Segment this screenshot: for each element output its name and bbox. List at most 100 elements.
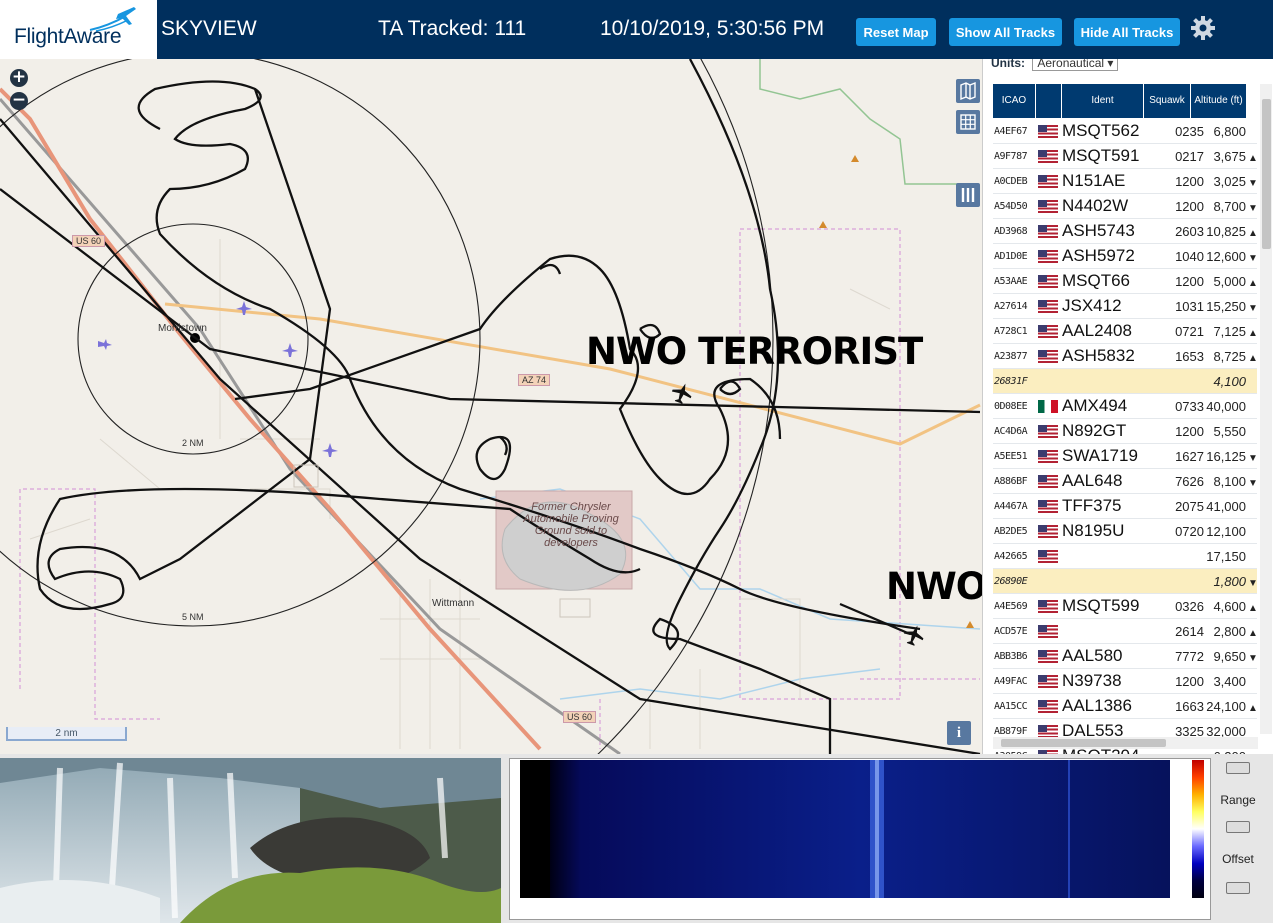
table-row[interactable]: A4E569 MSQT599 0326 4,600 ▲ bbox=[993, 594, 1258, 619]
altitude-value: 12,100 bbox=[1206, 523, 1246, 539]
icao-cell: AD1D0E bbox=[994, 250, 1028, 262]
altitude-value: 41,000 bbox=[1206, 498, 1246, 514]
us-flag-icon bbox=[1038, 449, 1058, 463]
aircraft-table-body: A4EF67 MSQT562 0235 6,800 A9F787 MSQT591 0217 3… bbox=[993, 119, 1258, 754]
altitude-trend-icon: ▼ bbox=[1248, 202, 1258, 214]
flag-cell bbox=[1036, 649, 1062, 663]
flag-cell bbox=[1036, 599, 1062, 613]
table-row[interactable]: AD1D0E ASH5972 1040 12,600 ▼ bbox=[993, 244, 1258, 269]
info-button[interactable]: i bbox=[947, 721, 971, 745]
flag-cell bbox=[1036, 324, 1062, 338]
altitude-trend-icon: ▲ bbox=[1248, 152, 1258, 164]
hide-all-tracks-button[interactable]: Hide All Tracks bbox=[1074, 18, 1180, 46]
squawk-cell: 0217 bbox=[1175, 148, 1204, 164]
us-flag-icon bbox=[1038, 299, 1058, 313]
reset-map-button[interactable]: Reset Map bbox=[856, 18, 936, 46]
flag-cell bbox=[1036, 149, 1062, 163]
icao-cell: A9F787 bbox=[994, 150, 1028, 162]
units-select[interactable]: Aeronautical ▾ bbox=[1032, 59, 1119, 71]
icao-cell: A4467A bbox=[994, 500, 1028, 512]
zoom-in-button[interactable]: + bbox=[10, 69, 28, 87]
annotation-nwo: NWO bbox=[886, 565, 982, 608]
altitude-cell: 5,000 ▲ bbox=[1206, 274, 1257, 289]
altitude-value: 1,800 bbox=[1213, 573, 1246, 589]
table-row[interactable]: A728C1 AAL2408 0721 7,125 ▲ bbox=[993, 319, 1258, 344]
us-flag-icon bbox=[1038, 199, 1058, 213]
column-header-icao[interactable]: ICAO bbox=[993, 84, 1036, 118]
map-layers-icon[interactable] bbox=[956, 79, 980, 103]
table-row[interactable]: A54D50 N4402W 1200 8,700 ▼ bbox=[993, 194, 1258, 219]
table-row[interactable]: A9F787 MSQT591 0217 3,675 ▲ bbox=[993, 144, 1258, 169]
table-row[interactable]: A42665 17,150 bbox=[993, 544, 1257, 569]
table-row[interactable]: A23877 ASH5832 1653 8,725 ▲ bbox=[993, 344, 1258, 369]
table-row[interactable]: A4EF67 MSQT562 0235 6,800 bbox=[993, 119, 1257, 144]
us-flag-icon bbox=[1038, 424, 1058, 438]
offset-slider[interactable] bbox=[1226, 882, 1250, 894]
ident-cell: N4402W bbox=[1062, 196, 1129, 215]
icao-cell: A0CDEB bbox=[994, 175, 1028, 187]
table-row[interactable]: ABB3B6 AAL580 7772 9,650 ▼ bbox=[993, 644, 1258, 669]
altitude-cell: 8,700 ▼ bbox=[1206, 199, 1257, 214]
map-canvas[interactable] bbox=[0, 59, 982, 754]
table-row[interactable]: A27614 JSX412 1031 15,250 ▼ bbox=[993, 294, 1258, 319]
table-row[interactable]: AA15CC AAL1386 1663 24,100 ▲ bbox=[993, 694, 1258, 719]
table-row[interactable]: ACD57E 2614 2,800 ▲ bbox=[993, 619, 1258, 644]
range-slider[interactable] bbox=[1226, 821, 1250, 833]
altitude-trend-icon: ▲ bbox=[1248, 352, 1258, 364]
icao-cell: A53AAE bbox=[994, 275, 1028, 287]
flightaware-logo[interactable]: FlightAware bbox=[0, 0, 157, 59]
table-row[interactable]: 26831F 4,100 bbox=[993, 369, 1257, 394]
columns-icon[interactable] bbox=[956, 183, 980, 207]
zoom-out-button[interactable]: − bbox=[10, 92, 28, 110]
grid-icon[interactable] bbox=[956, 110, 980, 134]
highway-shield: US 60 bbox=[563, 711, 597, 723]
table-row[interactable]: A53AAE MSQT66 1200 5,000 ▲ bbox=[993, 269, 1258, 294]
table-row[interactable]: A49FAC N39738 1200 3,400 bbox=[993, 669, 1257, 694]
horizontal-scrollbar-thumb[interactable] bbox=[1001, 739, 1166, 747]
icao-cell: A49FAC bbox=[994, 675, 1028, 687]
town-label: Morristown bbox=[158, 323, 207, 334]
column-header-squawk[interactable]: Squawk bbox=[1144, 84, 1191, 118]
altitude-cell: 9,650 ▼ bbox=[1206, 649, 1257, 664]
altitude-trend-icon: ▼ bbox=[1248, 477, 1258, 489]
altitude-value: 7,125 bbox=[1213, 323, 1246, 339]
table-row[interactable]: AC4D6A N892GT 1200 5,550 bbox=[993, 419, 1257, 444]
table-row[interactable]: A886BF AAL648 7626 8,100 ▼ bbox=[993, 469, 1258, 494]
icao-cell: A42665 bbox=[994, 550, 1028, 562]
altitude-cell: 40,000 bbox=[1206, 399, 1257, 414]
table-row[interactable]: AD3968 ASH5743 2603 10,825 ▲ bbox=[993, 219, 1258, 244]
map-view[interactable]: + − Morristown Wittmann 2 NM 5 NM US 60 … bbox=[0, 59, 982, 754]
top-header: FlightAware SKYVIEW TA Tracked: 111 10/1… bbox=[0, 0, 1273, 59]
range-slider-top[interactable] bbox=[1226, 762, 1250, 774]
ident-cell: ASH5743 bbox=[1062, 221, 1135, 240]
show-all-tracks-button[interactable]: Show All Tracks bbox=[949, 18, 1062, 46]
column-header-flag[interactable] bbox=[1036, 84, 1062, 118]
table-row[interactable]: 26890E 1,800 ▼ bbox=[993, 569, 1258, 594]
squawk-cell: 7626 bbox=[1175, 473, 1204, 489]
flag-cell bbox=[1036, 124, 1062, 138]
icao-cell: A4E569 bbox=[994, 600, 1028, 612]
table-row[interactable]: AB2DE5 N8195U 0720 12,100 bbox=[993, 519, 1257, 544]
table-row[interactable]: A4467A TFF375 2075 41,000 bbox=[993, 494, 1257, 519]
altitude-cell: 41,000 bbox=[1206, 499, 1257, 514]
us-flag-icon bbox=[1038, 549, 1058, 563]
altitude-cell: 3,675 ▲ bbox=[1206, 149, 1257, 164]
squawk-cell: 0733 bbox=[1175, 398, 1204, 414]
squawk-cell: 1627 bbox=[1175, 448, 1204, 464]
table-row[interactable]: A5EE51 SWA1719 1627 16,125 ▼ bbox=[993, 444, 1258, 469]
altitude-value: 17,150 bbox=[1206, 548, 1246, 564]
bottom-section: Range Offset bbox=[0, 754, 1273, 923]
gear-icon[interactable] bbox=[1190, 15, 1216, 41]
icao-cell: A886BF bbox=[994, 475, 1028, 487]
table-row[interactable]: 0D08EE AMX494 0733 40,000 bbox=[993, 394, 1257, 419]
app-title: SKYVIEW bbox=[161, 17, 257, 40]
color-scale-bar bbox=[1192, 760, 1204, 898]
altitude-cell: 12,100 bbox=[1206, 524, 1257, 539]
flag-cell bbox=[1036, 549, 1062, 563]
altitude-trend-icon: ▲ bbox=[1248, 227, 1258, 239]
column-header-altitude[interactable]: Altitude (ft) bbox=[1191, 84, 1247, 118]
column-header-ident[interactable]: Ident bbox=[1062, 84, 1144, 118]
spectrum-waterfall bbox=[520, 760, 1170, 898]
table-row[interactable]: A0CDEB N151AE 1200 3,025 ▼ bbox=[993, 169, 1258, 194]
vertical-scrollbar-thumb[interactable] bbox=[1262, 99, 1271, 249]
